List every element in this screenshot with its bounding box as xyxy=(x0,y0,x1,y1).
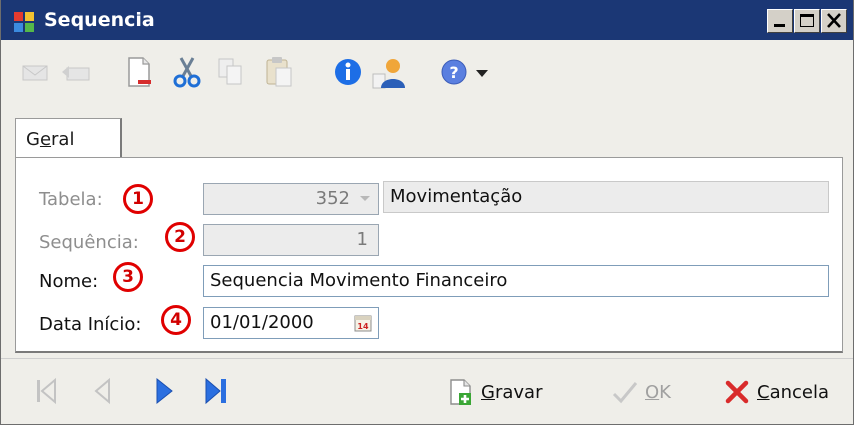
app-icon xyxy=(14,12,34,32)
tabela-description-field: Movimentação xyxy=(383,181,829,213)
sequencia-field[interactable]: 1 xyxy=(203,224,379,256)
window-title: Sequencia xyxy=(44,9,155,31)
data-inicio-input[interactable]: 01/01/2000 14 xyxy=(203,307,379,339)
minimize-icon xyxy=(774,24,785,27)
ok-label: OK xyxy=(645,381,671,403)
gravar-label: Gravar xyxy=(481,381,543,403)
help-icon[interactable]: ? xyxy=(437,54,473,90)
cut-icon[interactable] xyxy=(169,54,205,90)
toolbar: ? xyxy=(1,40,853,106)
maximize-icon xyxy=(800,14,814,27)
tabela-label: Tabela: xyxy=(39,189,103,210)
tabela-code-value: 352 xyxy=(315,188,350,209)
minimize-button[interactable] xyxy=(767,9,793,33)
nome-input[interactable]: Sequencia Movimento Financeiro xyxy=(203,265,829,297)
nome-label: Nome: xyxy=(39,271,99,292)
cancela-label: Cancela xyxy=(757,381,830,403)
close-icon xyxy=(827,13,841,28)
svg-text:14: 14 xyxy=(357,322,369,331)
first-record-icon[interactable] xyxy=(31,374,61,408)
cancela-button[interactable]: Cancela xyxy=(723,375,829,409)
annotation-badge-4: 4 xyxy=(161,305,191,335)
mail-reply-icon[interactable] xyxy=(59,54,95,90)
dialog-window: Sequencia ? Geral Tabela: 1 352 Moviment… xyxy=(0,0,854,425)
svg-text:?: ? xyxy=(449,63,458,82)
annotation-badge-1: 1 xyxy=(123,184,153,214)
calendar-icon[interactable]: 14 xyxy=(354,314,372,332)
title-bar[interactable]: Sequencia xyxy=(1,0,853,40)
save-document-icon xyxy=(450,379,471,405)
close-button[interactable] xyxy=(821,9,847,33)
bottom-bar: Gravar OK Cancela xyxy=(1,358,853,424)
data-inicio-value: 01/01/2000 xyxy=(210,312,314,333)
sequencia-label: Sequência: xyxy=(39,232,139,253)
dropdown-arrow-icon[interactable] xyxy=(471,54,493,90)
previous-record-icon[interactable] xyxy=(87,374,117,408)
copy-icon[interactable] xyxy=(213,54,249,90)
user-icon[interactable] xyxy=(371,54,407,90)
cancel-x-icon xyxy=(725,380,749,404)
chevron-down-icon xyxy=(360,196,370,201)
ok-button[interactable]: OK xyxy=(611,375,671,409)
mail-icon[interactable] xyxy=(19,54,55,90)
next-record-icon[interactable] xyxy=(149,374,179,408)
tabela-code-combo[interactable]: 352 xyxy=(203,183,379,215)
tab-geral-label: Geral xyxy=(26,129,75,150)
data-inicio-label: Data Início: xyxy=(39,314,142,335)
last-record-icon[interactable] xyxy=(201,374,231,408)
gravar-button[interactable]: Gravar xyxy=(447,375,542,409)
paste-icon[interactable] xyxy=(261,54,297,90)
info-icon[interactable] xyxy=(331,54,367,90)
new-document-icon[interactable] xyxy=(121,54,157,90)
checkmark-icon xyxy=(612,382,638,404)
tab-bar: Geral xyxy=(1,106,853,163)
annotation-badge-3: 3 xyxy=(113,262,143,292)
maximize-button[interactable] xyxy=(794,9,820,33)
annotation-badge-2: 2 xyxy=(165,222,195,252)
